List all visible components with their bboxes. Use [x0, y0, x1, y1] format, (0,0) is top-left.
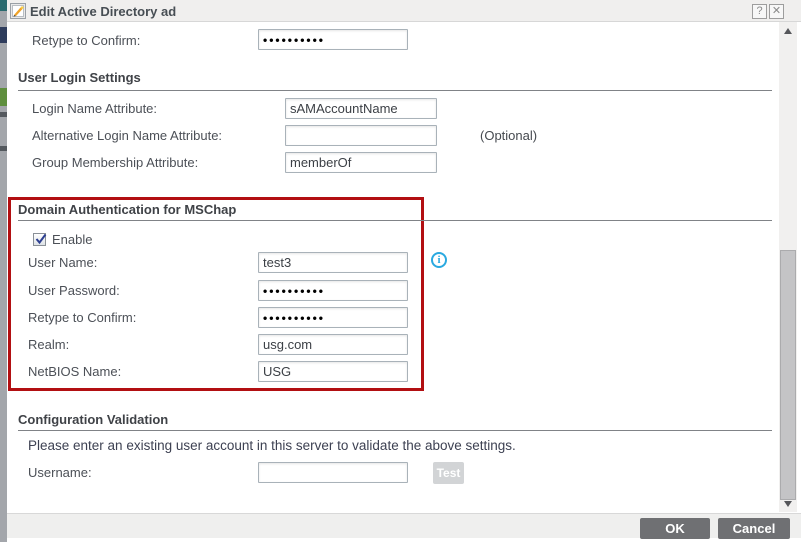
user-password-input[interactable]	[258, 280, 408, 301]
section-divider	[18, 90, 772, 91]
validation-message: Please enter an existing user account in…	[28, 438, 516, 453]
alt-login-name-attr-label: Alternative Login Name Attribute:	[32, 128, 222, 143]
background-page-sliver	[0, 0, 7, 542]
chevron-down-icon	[784, 501, 792, 507]
retype-confirm-top-label: Retype to Confirm:	[32, 33, 140, 48]
retype-confirm-top-input[interactable]	[258, 29, 408, 50]
user-name-label: User Name:	[28, 255, 97, 270]
netbios-name-input[interactable]	[258, 361, 408, 382]
user-password-label: User Password:	[28, 283, 120, 298]
background-segment	[0, 112, 7, 117]
test-button[interactable]: Test	[433, 462, 464, 484]
enable-label: Enable	[52, 232, 92, 247]
scroll-down-button[interactable]	[779, 496, 797, 512]
login-name-attr-label: Login Name Attribute:	[32, 101, 157, 116]
cancel-button[interactable]: Cancel	[718, 518, 790, 539]
section-divider	[18, 220, 772, 221]
netbios-name-label: NetBIOS Name:	[28, 364, 121, 379]
dialog-footer: OK Cancel	[7, 513, 801, 538]
group-membership-attr-input[interactable]	[285, 152, 437, 173]
optional-note: (Optional)	[480, 128, 537, 143]
help-button[interactable]: ?	[752, 4, 767, 19]
config-validation-header: Configuration Validation	[18, 412, 168, 427]
user-name-input[interactable]	[258, 252, 408, 273]
edit-pencil-icon	[10, 3, 26, 19]
retype-confirm-input[interactable]	[258, 307, 408, 328]
section-divider	[18, 430, 772, 431]
background-segment	[0, 27, 7, 43]
background-segment	[0, 88, 7, 106]
alt-login-name-attr-input[interactable]	[285, 125, 437, 146]
info-icon[interactable]: i	[431, 252, 447, 268]
close-icon[interactable]: ✕	[769, 4, 784, 19]
background-segment	[0, 146, 7, 151]
background-segment	[0, 0, 7, 11]
realm-label: Realm:	[28, 337, 69, 352]
user-login-settings-header: User Login Settings	[18, 70, 141, 85]
group-membership-attr-label: Group Membership Attribute:	[32, 155, 198, 170]
checkmark-icon	[34, 232, 48, 246]
vertical-scrollbar[interactable]	[779, 22, 797, 512]
dialog-titlebar: Edit Active Directory ad ? ✕	[7, 0, 801, 22]
username-input[interactable]	[258, 462, 408, 483]
scrollbar-thumb[interactable]	[780, 250, 796, 500]
retype-confirm-label: Retype to Confirm:	[28, 310, 136, 325]
chevron-up-icon	[784, 28, 792, 34]
edit-active-directory-dialog: Edit Active Directory ad ? ✕ Retype to C…	[7, 0, 801, 542]
login-name-attr-input[interactable]	[285, 98, 437, 119]
ok-button[interactable]: OK	[640, 518, 710, 539]
scroll-up-button[interactable]	[779, 22, 797, 38]
dialog-title: Edit Active Directory ad	[30, 4, 176, 19]
enable-checkbox[interactable]	[33, 233, 46, 246]
mschap-header: Domain Authentication for MSChap	[18, 202, 236, 217]
screen: Edit Active Directory ad ? ✕ Retype to C…	[0, 0, 801, 542]
username-label: Username:	[28, 465, 92, 480]
realm-input[interactable]	[258, 334, 408, 355]
